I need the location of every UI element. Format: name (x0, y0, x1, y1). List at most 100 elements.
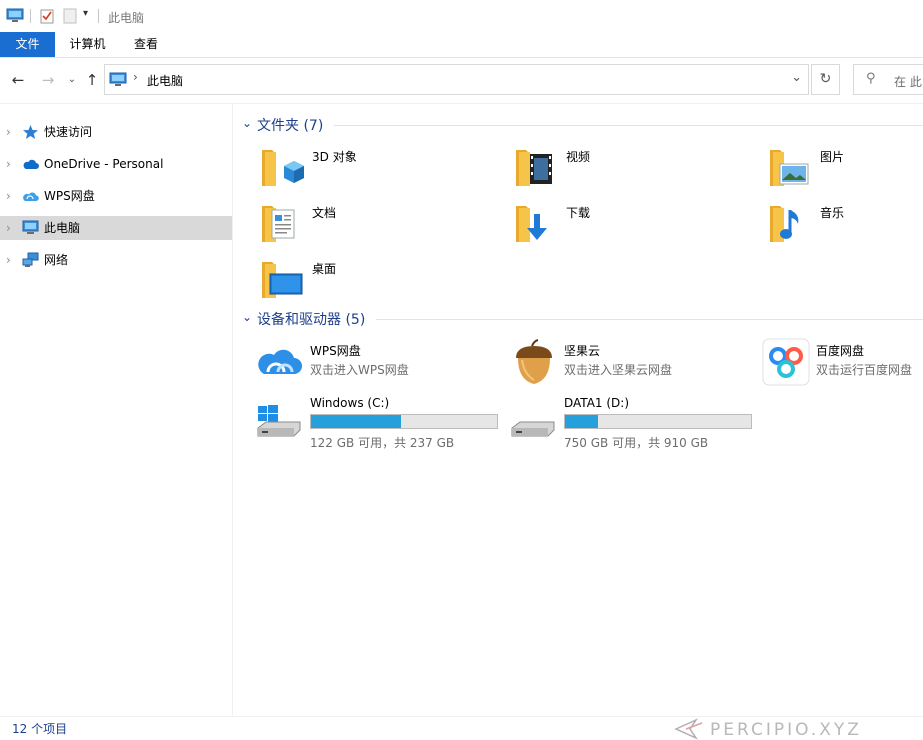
expand-chevron-icon[interactable]: › (6, 120, 11, 144)
sidebar-item-onedrive[interactable]: › OneDrive - Personal (0, 152, 232, 176)
sidebar-item-label: 快速访问 (44, 125, 93, 139)
sidebar-item-label: 此电脑 (44, 221, 81, 235)
folder-music[interactable]: 音乐 (766, 200, 923, 250)
downloads-folder-icon (516, 206, 547, 242)
windows-drive-icon (257, 405, 301, 437)
folder-videos[interactable]: 视频 (512, 144, 762, 194)
refresh-button[interactable]: ↻ (811, 64, 840, 95)
sidebar-item-this-pc[interactable]: › 此电脑 (0, 216, 232, 240)
group-title: 设备和驱动器 (5) (257, 312, 366, 328)
search-box[interactable]: ⚲ 在 此 (853, 64, 923, 95)
computer-icon (6, 8, 24, 22)
folders-group-header[interactable]: ⌄ 文件夹 (7) (242, 115, 923, 135)
sidebar-item-label: OneDrive - Personal (44, 157, 164, 171)
folder-3d-objects[interactable]: 3D 对象 (258, 144, 508, 194)
title-bar: ▾ 此电脑 (0, 0, 923, 32)
app-name: 百度网盘 (816, 344, 865, 358)
app-subtitle: 双击进入WPS网盘 (310, 363, 409, 377)
properties-icon[interactable] (40, 8, 54, 24)
back-arrow-icon[interactable]: ← (8, 70, 28, 90)
expand-chevron-icon[interactable]: › (6, 216, 11, 240)
3d-objects-folder-icon (262, 150, 304, 186)
folder-name: 文档 (312, 206, 337, 220)
tab-computer[interactable]: 计算机 (60, 32, 115, 57)
customize-toolbar-icon[interactable]: ▾ (83, 8, 88, 19)
drive-icon (511, 421, 555, 437)
app-name: WPS网盘 (310, 344, 361, 358)
folder-name: 桌面 (312, 262, 337, 276)
drive-name: DATA1 (D:) (564, 396, 630, 410)
address-bar[interactable]: › 此电脑 ⌄ (104, 64, 809, 95)
forward-arrow-icon[interactable]: → (38, 70, 58, 90)
sidebar-item-quick-access[interactable]: › 快速访问 (0, 120, 232, 144)
drive-usage-bar (310, 414, 498, 429)
folder-pictures[interactable]: 图片 (766, 144, 923, 194)
videos-folder-icon (516, 150, 552, 186)
breadcrumb-chevron-icon[interactable]: › (133, 70, 138, 84)
navigation-pane: › 快速访问 › OneDrive - Personal › WPS网盘 › 此… (0, 104, 233, 716)
app-baidu-netdisk[interactable]: 百度网盘 双击运行百度网盘 (762, 338, 923, 388)
cloud-icon (23, 159, 39, 169)
tab-view[interactable]: 查看 (120, 32, 172, 57)
documents-folder-icon (262, 206, 295, 242)
folder-downloads[interactable]: 下载 (512, 200, 762, 250)
sidebar-item-label: WPS网盘 (44, 189, 95, 203)
computer-icon (22, 220, 39, 234)
computer-icon (109, 72, 127, 86)
sidebar-item-network[interactable]: › 网络 (0, 248, 232, 272)
item-count: 12 个项目 (12, 722, 68, 736)
drive-d[interactable]: DATA1 (D:) 750 GB 可用，共 910 GB (510, 392, 760, 450)
app-subtitle: 双击运行百度网盘 (816, 363, 913, 377)
folder-name: 3D 对象 (312, 150, 357, 164)
expand-chevron-icon[interactable]: › (6, 184, 11, 208)
drive-space: 750 GB 可用，共 910 GB (564, 436, 709, 450)
folder-documents[interactable]: 文档 (258, 200, 508, 250)
star-icon (23, 125, 38, 139)
jianguoyun-icon (516, 339, 552, 384)
address-dropdown-icon[interactable]: ⌄ (791, 70, 802, 85)
drive-c[interactable]: Windows (C:) 122 GB 可用，共 237 GB (256, 392, 506, 450)
content-pane: ⌄ 文件夹 (7) 3D 对象 视频 图片 文档 下载 音乐 桌面 ⌄ 设备和驱… (234, 104, 923, 716)
app-wps-cloud[interactable]: WPS网盘 双击进入WPS网盘 (256, 338, 506, 388)
music-folder-icon (770, 206, 799, 242)
navigation-bar: ← → ⌄ ↑ › 此电脑 ⌄ ↻ ⚲ 在 此 (0, 58, 923, 104)
watermark-text: PERCIPIO.XYZ (710, 720, 862, 740)
app-name: 坚果云 (564, 344, 601, 358)
app-jianguoyun[interactable]: 坚果云 双击进入坚果云网盘 (510, 338, 760, 388)
folder-name: 音乐 (820, 206, 845, 220)
sidebar-item-wps-cloud[interactable]: › WPS网盘 (0, 184, 232, 208)
desktop-folder-icon (262, 262, 303, 298)
up-arrow-icon[interactable]: ↑ (82, 70, 102, 90)
collapse-chevron-icon[interactable]: ⌄ (242, 116, 252, 130)
tab-file[interactable]: 文件 (0, 32, 55, 57)
network-icon (22, 252, 39, 267)
refresh-icon: ↻ (819, 71, 832, 87)
search-placeholder: 在 此 (894, 75, 922, 89)
drive-name: Windows (C:) (310, 396, 390, 410)
folder-name: 图片 (820, 150, 845, 164)
drive-usage-bar (564, 414, 752, 429)
folder-desktop[interactable]: 桌面 (258, 256, 508, 306)
recent-locations-chevron-icon[interactable]: ⌄ (62, 70, 82, 90)
folder-name: 下载 (566, 206, 591, 220)
drive-usage-fill (565, 415, 598, 428)
app-subtitle: 双击进入坚果云网盘 (564, 363, 673, 377)
watermark-logo: PERCIPIO.XYZ (674, 718, 862, 740)
drive-space: 122 GB 可用，共 237 GB (310, 436, 455, 450)
window-title: 此电脑 (108, 11, 145, 25)
breadcrumb-location[interactable]: 此电脑 (147, 72, 183, 89)
expand-chevron-icon[interactable]: › (6, 152, 11, 176)
ribbon-tabs: 文件 计算机 查看 (0, 32, 923, 58)
sidebar-item-label: 网络 (44, 253, 69, 267)
wps-cloud-icon (258, 349, 302, 374)
status-bar: 12 个项目 PERCIPIO.XYZ (0, 716, 923, 740)
devices-group-header[interactable]: ⌄ 设备和驱动器 (5) (242, 309, 923, 329)
folder-name: 视频 (566, 150, 591, 164)
new-folder-icon[interactable] (63, 8, 77, 24)
search-icon: ⚲ (866, 71, 876, 86)
collapse-chevron-icon[interactable]: ⌄ (242, 310, 252, 324)
group-title: 文件夹 (7) (257, 118, 324, 134)
baidu-netdisk-icon (762, 338, 810, 386)
pictures-folder-icon (770, 150, 809, 186)
expand-chevron-icon[interactable]: › (6, 248, 11, 272)
